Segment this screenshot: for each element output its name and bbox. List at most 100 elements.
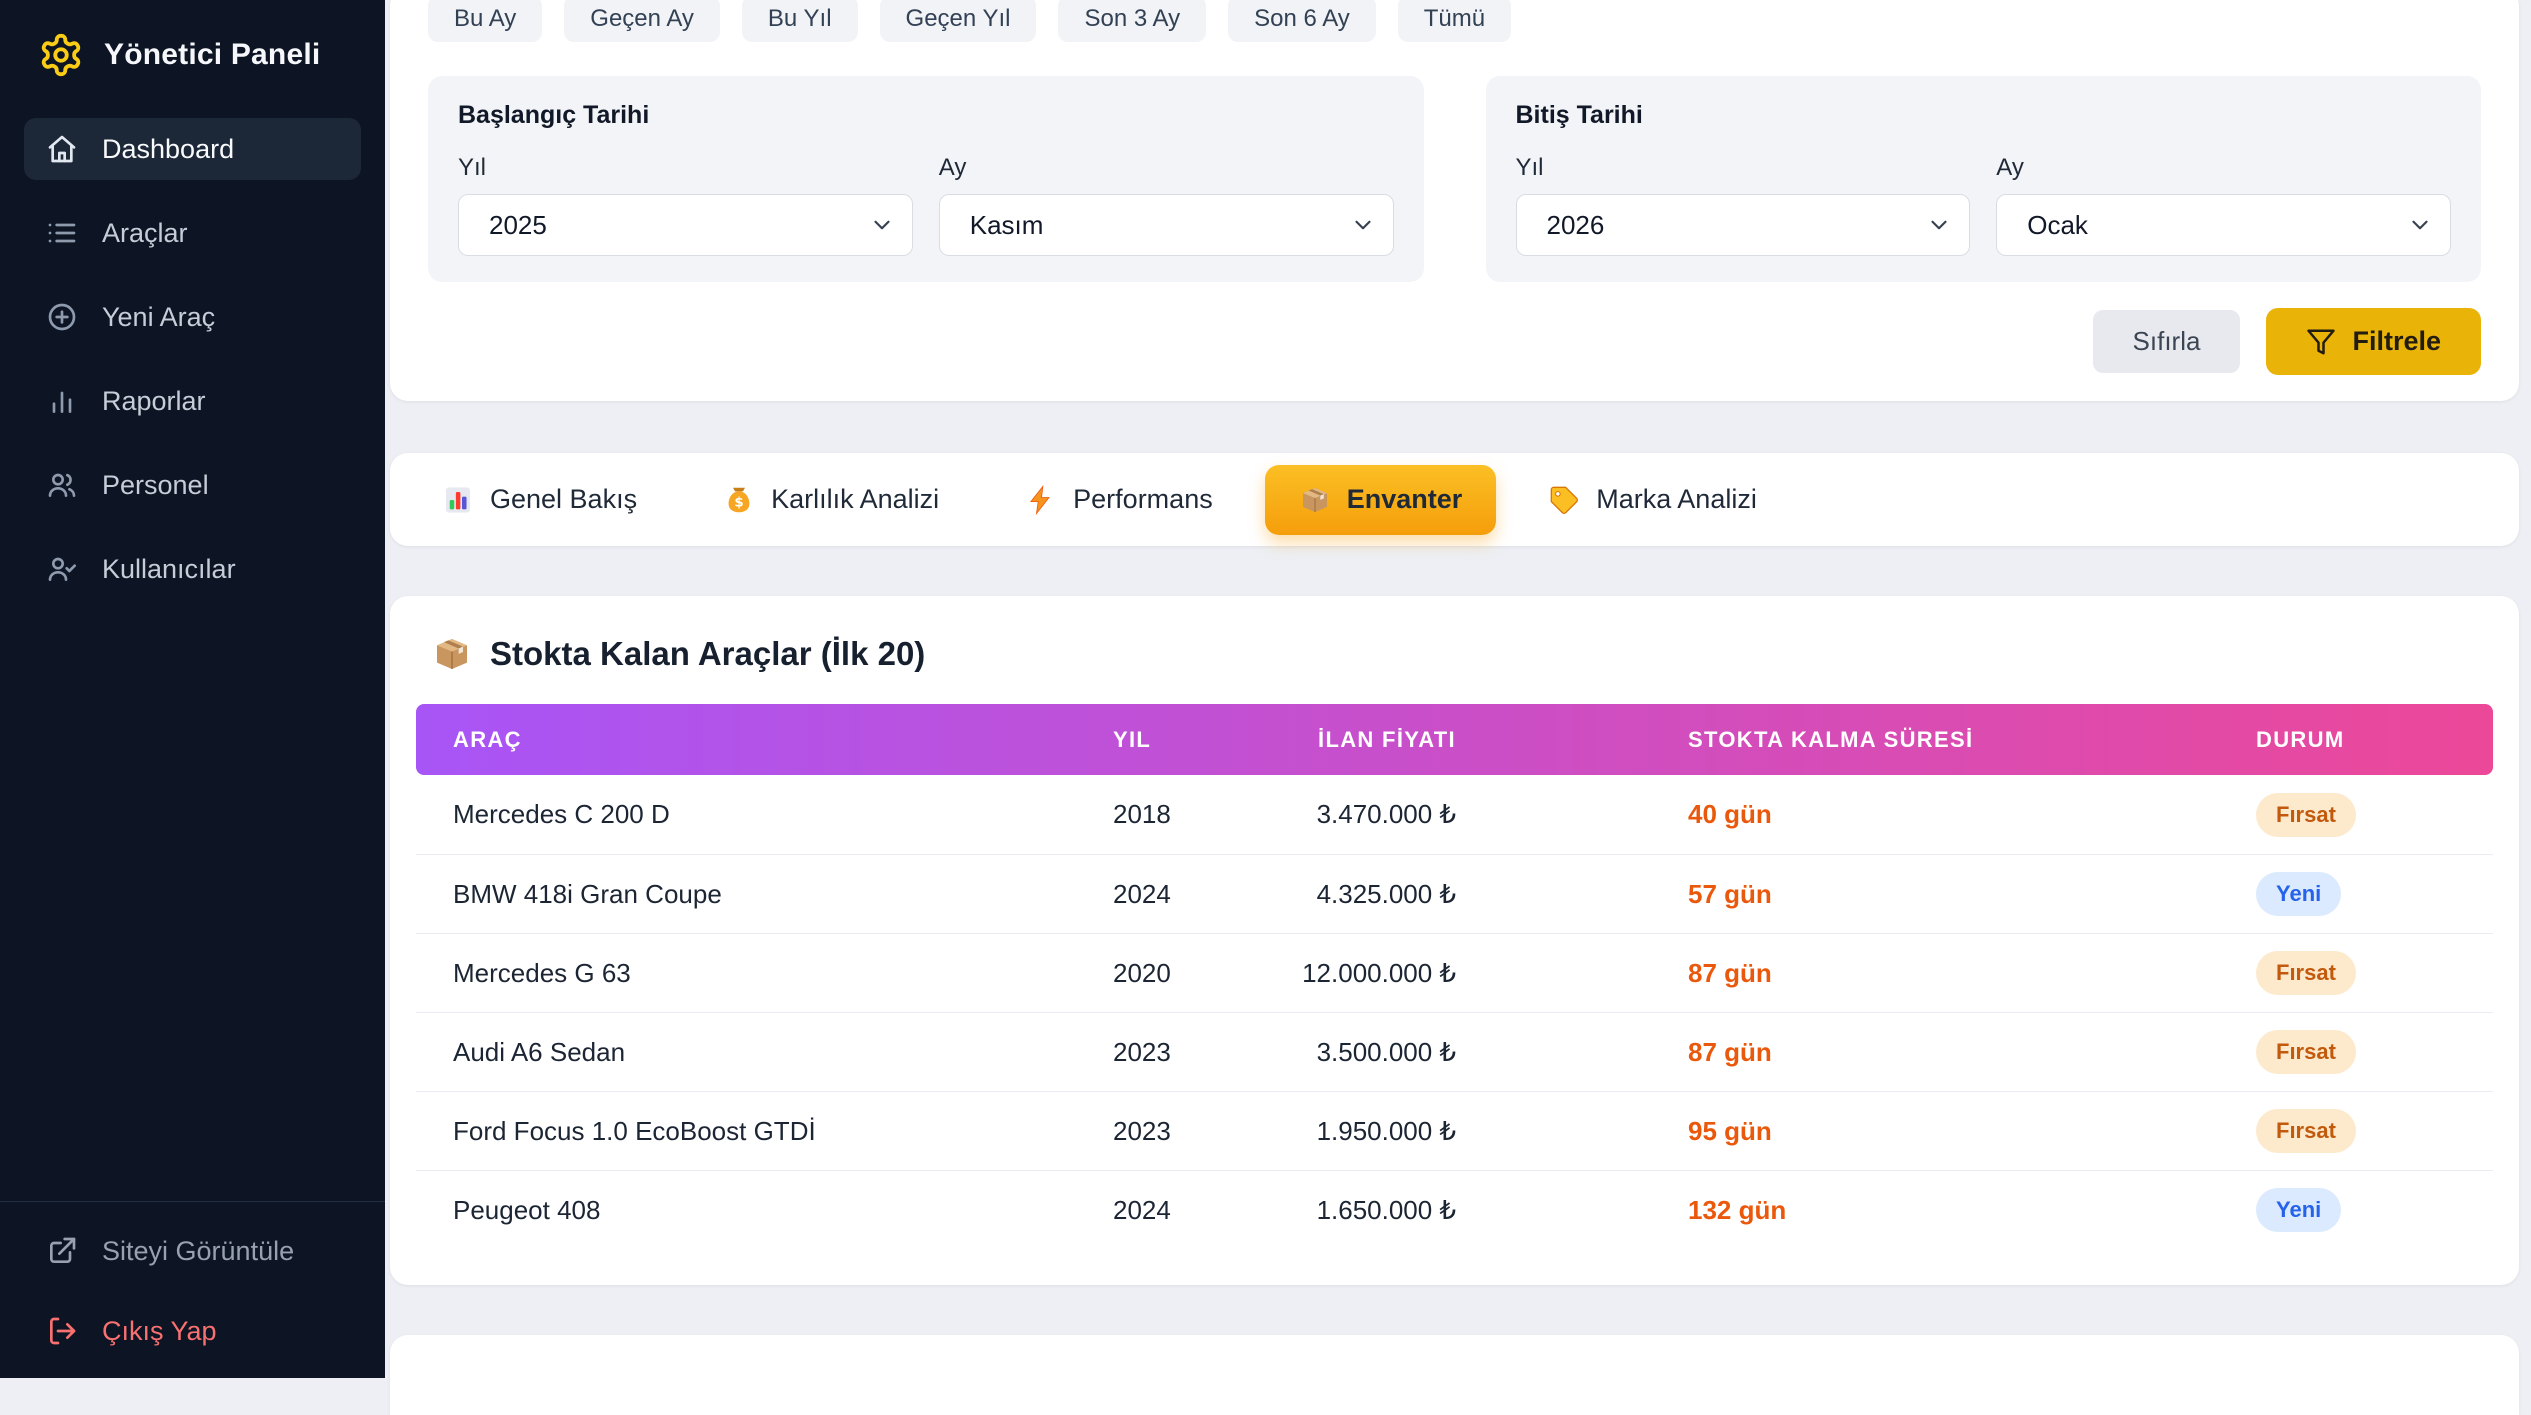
price-cell: 12.000.000 ₺: [1296, 958, 1496, 989]
user-check-icon: [46, 553, 78, 585]
quick-range-chip[interactable]: Geçen Ay: [564, 0, 720, 42]
sidebar-item[interactable]: Dashboard: [24, 118, 361, 180]
logout-icon: [46, 1315, 78, 1347]
price-cell: 3.500.000 ₺: [1296, 1037, 1496, 1068]
quick-range-chip[interactable]: Son 3 Ay: [1058, 0, 1206, 42]
quick-range-chip[interactable]: Bu Ay: [428, 0, 542, 42]
end-month-select[interactable]: Ocak: [1996, 194, 2451, 256]
year-cell: 2023: [1076, 1116, 1296, 1147]
sidebar-nav: Dashboard Araçlar Yeni Araç Raporlar Per…: [0, 104, 385, 614]
year-cell: 2024: [1076, 879, 1296, 910]
tab-item[interactable]: Envanter: [1265, 465, 1497, 535]
next-section-card: [390, 1335, 2519, 1415]
sidebar-item-label: Kullanıcılar: [102, 554, 236, 585]
sidebar: Yönetici Paneli Dashboard Araçlar Yeni A…: [0, 0, 385, 1378]
table-row: Peugeot 408 2024 1.650.000 ₺ 132 gün Yen…: [416, 1170, 2493, 1249]
sidebar-item[interactable]: Yeni Araç: [24, 286, 361, 348]
days-in-stock-cell: 132 gün: [1496, 1195, 2136, 1226]
price-cell: 1.650.000 ₺: [1296, 1195, 1496, 1226]
package-emoji-icon: [1299, 484, 1331, 516]
sidebar-footer-label: Çıkış Yap: [102, 1316, 217, 1347]
column-header-price: İLAN FİYATI: [1296, 727, 1496, 753]
sidebar-item-label: Araçlar: [102, 218, 188, 249]
vehicle-name-cell: Peugeot 408: [416, 1195, 1076, 1226]
vehicle-name-cell: BMW 418i Gran Coupe: [416, 879, 1076, 910]
inventory-title: Stokta Kalan Araçlar (İlk 20): [490, 635, 925, 673]
date-range-grid: Başlangıç Tarihi Yıl 2025 Ay Kasım: [428, 76, 2481, 282]
price-cell: 4.325.000 ₺: [1296, 879, 1496, 910]
days-in-stock-cell: 40 gün: [1496, 799, 2136, 830]
inventory-panel: Stokta Kalan Araçlar (İlk 20) ARAÇ YIL İ…: [390, 596, 2519, 1285]
sidebar-footer-item[interactable]: Çıkış Yap: [24, 1300, 361, 1362]
funnel-icon: [2306, 327, 2336, 357]
inventory-title-row: Stokta Kalan Araçlar (İlk 20): [432, 634, 2493, 674]
home-icon: [46, 133, 78, 165]
tab-label: Envanter: [1347, 484, 1463, 515]
gear-icon: [38, 32, 84, 78]
status-badge: Fırsat: [2256, 951, 2356, 995]
sidebar-item[interactable]: Kullanıcılar: [24, 538, 361, 600]
quick-range-chip[interactable]: Geçen Yıl: [880, 0, 1037, 42]
svg-text:$: $: [734, 495, 743, 510]
tab-item[interactable]: Genel Bakış: [408, 465, 671, 535]
date-filter-panel: Bu Ay Geçen Ay Bu Yıl Geçen Yıl Son 3 Ay…: [390, 0, 2519, 401]
vehicle-name-cell: Ford Focus 1.0 EcoBoost GTDİ: [416, 1116, 1076, 1147]
column-header-status: DURUM: [2136, 727, 2493, 753]
vehicle-name-cell: Mercedes C 200 D: [416, 799, 1076, 830]
app-logo: Yönetici Paneli: [0, 0, 385, 104]
days-in-stock-cell: 95 gün: [1496, 1116, 2136, 1147]
tab-label: Karlılık Analizi: [771, 484, 939, 515]
tab-label: Performans: [1073, 484, 1213, 515]
table-row: Mercedes G 63 2020 12.000.000 ₺ 87 gün F…: [416, 933, 2493, 1012]
year-cell: 2024: [1076, 1195, 1296, 1226]
tab-item[interactable]: Performans: [991, 465, 1247, 535]
start-date-title: Başlangıç Tarihi: [458, 100, 1394, 130]
sidebar-item[interactable]: Personel: [24, 454, 361, 516]
end-year-select[interactable]: 2026: [1516, 194, 1971, 256]
sidebar-item-label: Raporlar: [102, 386, 206, 417]
quick-range-chip[interactable]: Tümü: [1398, 0, 1511, 42]
tag-emoji-icon: [1548, 484, 1580, 516]
filter-button[interactable]: Filtrele: [2266, 308, 2481, 375]
plus-circle-icon: [46, 301, 78, 333]
bar-chart-icon: [46, 385, 78, 417]
year-cell: 2023: [1076, 1037, 1296, 1068]
external-link-icon: [46, 1235, 78, 1267]
column-header-days-in-stock: STOKTA KALMA SÜRESİ: [1496, 727, 2136, 753]
table-header-row: ARAÇ YIL İLAN FİYATI STOKTA KALMA SÜRESİ…: [416, 704, 2493, 775]
quick-range-chips: Bu Ay Geçen Ay Bu Yıl Geçen Yıl Son 3 Ay…: [428, 0, 2481, 42]
quick-range-chip[interactable]: Bu Yıl: [742, 0, 858, 42]
dashboard-tabs: Genel Bakış $ Karlılık Analizi Performan…: [390, 453, 2519, 546]
start-year-label: Yıl: [458, 154, 913, 182]
sidebar-item-label: Dashboard: [102, 134, 234, 165]
status-badge: Fırsat: [2256, 1109, 2356, 1153]
main-content: Bu Ay Geçen Ay Bu Yıl Geçen Yıl Son 3 Ay…: [385, 0, 2531, 1378]
sidebar-item-label: Personel: [102, 470, 209, 501]
status-badge: Fırsat: [2256, 793, 2356, 837]
tab-label: Genel Bakış: [490, 484, 637, 515]
sidebar-footer-item[interactable]: Siteyi Görüntüle: [24, 1220, 361, 1282]
start-month-select[interactable]: Kasım: [939, 194, 1394, 256]
app-title: Yönetici Paneli: [104, 38, 320, 72]
price-cell: 3.470.000 ₺: [1296, 799, 1496, 830]
start-year-select[interactable]: 2025: [458, 194, 913, 256]
reset-button[interactable]: Sıfırla: [2093, 310, 2241, 373]
start-month-label: Ay: [939, 154, 1394, 182]
sidebar-item[interactable]: Araçlar: [24, 202, 361, 264]
sidebar-item[interactable]: Raporlar: [24, 370, 361, 432]
chart-emoji-icon: [442, 484, 474, 516]
year-cell: 2018: [1076, 799, 1296, 830]
table-row: Mercedes C 200 D 2018 3.470.000 ₺ 40 gün…: [416, 775, 2493, 854]
sidebar-footer-label: Siteyi Görüntüle: [102, 1236, 294, 1267]
start-date-card: Başlangıç Tarihi Yıl 2025 Ay Kasım: [428, 76, 1424, 282]
end-month-label: Ay: [1996, 154, 2451, 182]
vehicle-name-cell: Audi A6 Sedan: [416, 1037, 1076, 1068]
days-in-stock-cell: 87 gün: [1496, 1037, 2136, 1068]
end-year-label: Yıl: [1516, 154, 1971, 182]
tab-item[interactable]: Marka Analizi: [1514, 465, 1791, 535]
tab-label: Marka Analizi: [1596, 484, 1757, 515]
status-badge: Yeni: [2256, 1188, 2341, 1232]
sidebar-item-label: Yeni Araç: [102, 302, 215, 333]
tab-item[interactable]: $ Karlılık Analizi: [689, 465, 973, 535]
quick-range-chip[interactable]: Son 6 Ay: [1228, 0, 1376, 42]
